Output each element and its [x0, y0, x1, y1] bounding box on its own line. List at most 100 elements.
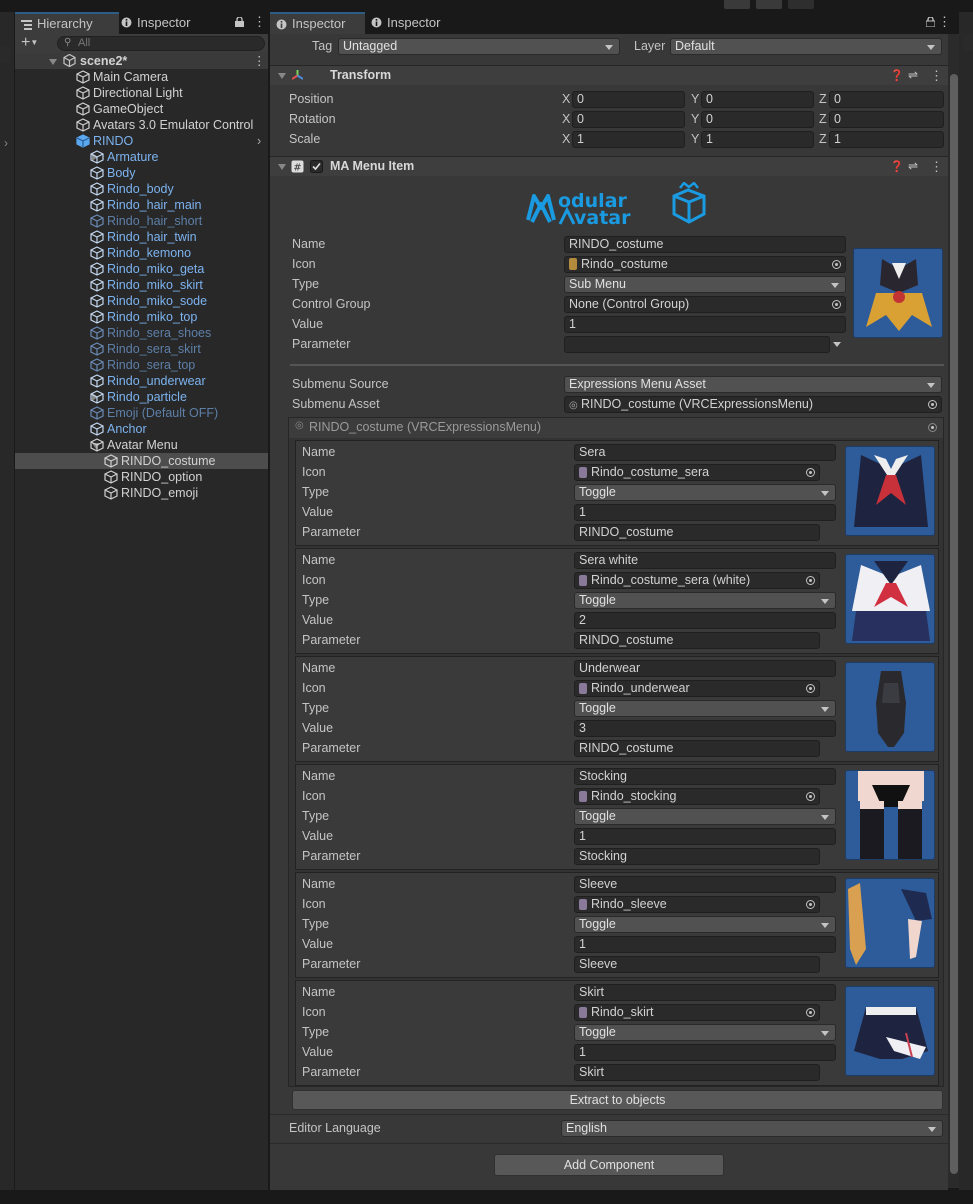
- object-picker-icon[interactable]: [806, 576, 815, 585]
- step-button[interactable]: [788, 0, 814, 9]
- layer-dropdown[interactable]: Default: [670, 38, 942, 55]
- item-type-dropdown[interactable]: Toggle: [574, 484, 836, 501]
- object-picker-icon[interactable]: [806, 792, 815, 801]
- hierarchy-row[interactable]: RINDO_emoji: [15, 485, 268, 501]
- transform-y-field[interactable]: 0: [701, 91, 814, 108]
- scrollbar-thumb[interactable]: [950, 74, 958, 1174]
- add-component-button[interactable]: Add Component: [494, 1154, 724, 1176]
- more-menu-icon[interactable]: ⋮: [253, 15, 266, 29]
- pause-button[interactable]: [756, 0, 782, 9]
- item-name-field[interactable]: Sera: [574, 444, 836, 461]
- search-input[interactable]: ⚲ All: [57, 36, 265, 51]
- axis-label[interactable]: Z: [819, 91, 827, 108]
- open-prefab-chevron-icon[interactable]: ›: [257, 133, 261, 149]
- help-icon[interactable]: ❓: [890, 160, 904, 173]
- transform-x-field[interactable]: 1: [572, 131, 685, 148]
- item-icon-field[interactable]: Rindo_stocking: [574, 788, 820, 805]
- item-name-field[interactable]: Skirt: [574, 984, 836, 1001]
- hierarchy-row[interactable]: Rindo_sera_skirt: [15, 341, 268, 357]
- hierarchy-row[interactable]: Emoji (Default OFF): [15, 405, 268, 421]
- item-type-dropdown[interactable]: Toggle: [574, 916, 836, 933]
- item-icon-field[interactable]: Rindo_sleeve: [574, 896, 820, 913]
- play-button[interactable]: [724, 0, 750, 9]
- hierarchy-row[interactable]: Rindo_kemono: [15, 245, 268, 261]
- component-menu-icon[interactable]: ⋮: [930, 159, 943, 175]
- object-picker-icon[interactable]: [832, 300, 841, 309]
- hierarchy-row[interactable]: Rindo_miko_skirt: [15, 277, 268, 293]
- axis-label[interactable]: Y: [691, 131, 699, 148]
- object-picker-icon[interactable]: [928, 400, 937, 409]
- tab-inspector[interactable]: Inspector: [270, 12, 365, 34]
- object-picker-icon[interactable]: [806, 900, 815, 909]
- transform-header[interactable]: Transform ❓ ⇌ ⋮: [270, 65, 948, 85]
- object-picker-icon[interactable]: [806, 684, 815, 693]
- scene-menu-icon[interactable]: ⋮: [253, 53, 266, 69]
- item-value-field[interactable]: 1: [574, 1044, 836, 1061]
- hierarchy-row[interactable]: RINDO_option: [15, 469, 268, 485]
- hierarchy-row[interactable]: Rindo_miko_sode: [15, 293, 268, 309]
- hierarchy-row[interactable]: Rindo_miko_top: [15, 309, 268, 325]
- icon-field[interactable]: Rindo_costume: [564, 256, 846, 273]
- hierarchy-row[interactable]: Rindo_particle: [15, 389, 268, 405]
- item-type-dropdown[interactable]: Toggle: [574, 1024, 836, 1041]
- tag-dropdown[interactable]: Untagged: [338, 38, 620, 55]
- hierarchy-row[interactable]: Armature: [15, 149, 268, 165]
- item-icon-field[interactable]: Rindo_underwear: [574, 680, 820, 697]
- scene-row[interactable]: scene2* ⋮: [15, 53, 268, 69]
- hierarchy-row[interactable]: Rindo_hair_main: [15, 197, 268, 213]
- tab-inspector-2[interactable]: Inspector: [365, 12, 487, 34]
- item-value-field[interactable]: 1: [574, 828, 836, 845]
- hierarchy-row[interactable]: Rindo_hair_short: [15, 213, 268, 229]
- hierarchy-row[interactable]: Avatars 3.0 Emulator Control: [15, 117, 268, 133]
- preset-icon[interactable]: ⇌: [908, 159, 918, 173]
- item-param-field[interactable]: RINDO_costume: [574, 524, 820, 541]
- lock-icon[interactable]: [235, 17, 244, 27]
- ma-menu-item-header[interactable]: # MA Menu Item ❓ ⇌ ⋮: [270, 156, 948, 176]
- hierarchy-row[interactable]: Main Camera: [15, 69, 268, 85]
- transform-z-field[interactable]: 0: [829, 111, 944, 128]
- axis-label[interactable]: Y: [691, 111, 699, 128]
- axis-label[interactable]: Z: [819, 111, 827, 128]
- axis-label[interactable]: Y: [691, 91, 699, 108]
- transform-x-field[interactable]: 0: [572, 111, 685, 128]
- control-group-field[interactable]: None (Control Group): [564, 296, 846, 313]
- transform-z-field[interactable]: 1: [829, 131, 944, 148]
- object-picker-icon[interactable]: [806, 468, 815, 477]
- hierarchy-row[interactable]: Rindo_hair_twin: [15, 229, 268, 245]
- extract-to-objects-button[interactable]: Extract to objects: [292, 1090, 943, 1110]
- hierarchy-row[interactable]: RINDO_costume: [15, 453, 268, 469]
- item-icon-field[interactable]: Rindo_skirt: [574, 1004, 820, 1021]
- preset-icon[interactable]: ⇌: [908, 68, 918, 82]
- more-menu-icon[interactable]: ⋮: [938, 15, 951, 29]
- hierarchy-row[interactable]: Directional Light: [15, 85, 268, 101]
- tab-hierarchy[interactable]: Hierarchy: [15, 12, 119, 34]
- hierarchy-row[interactable]: Rindo_miko_geta: [15, 261, 268, 277]
- item-name-field[interactable]: Stocking: [574, 768, 836, 785]
- item-type-dropdown[interactable]: Toggle: [574, 592, 836, 609]
- component-menu-icon[interactable]: ⋮: [930, 68, 943, 84]
- item-param-field[interactable]: Skirt: [574, 1064, 820, 1081]
- transform-y-field[interactable]: 0: [701, 111, 814, 128]
- item-value-field[interactable]: 2: [574, 612, 836, 629]
- axis-label[interactable]: X: [562, 111, 570, 128]
- hierarchy-row[interactable]: Rindo_sera_shoes: [15, 325, 268, 341]
- name-field[interactable]: RINDO_costume: [564, 236, 846, 253]
- item-value-field[interactable]: 1: [574, 504, 836, 521]
- transform-y-field[interactable]: 1: [701, 131, 814, 148]
- editor-language-dropdown[interactable]: English: [561, 1120, 943, 1137]
- object-picker-icon[interactable]: [832, 260, 841, 269]
- item-param-field[interactable]: RINDO_costume: [574, 740, 820, 757]
- hierarchy-row[interactable]: Avatar Menu: [15, 437, 268, 453]
- item-icon-field[interactable]: Rindo_costume_sera (white): [574, 572, 820, 589]
- item-type-dropdown[interactable]: Toggle: [574, 700, 836, 717]
- transform-x-field[interactable]: 0: [572, 91, 685, 108]
- hierarchy-row[interactable]: Body: [15, 165, 268, 181]
- hierarchy-row[interactable]: Anchor: [15, 421, 268, 437]
- submenu-asset-field[interactable]: ◎ RINDO_costume (VRCExpressionsMenu): [564, 396, 942, 413]
- hierarchy-row[interactable]: RINDO ›: [15, 133, 268, 149]
- hierarchy-row[interactable]: GameObject: [15, 101, 268, 117]
- item-type-dropdown[interactable]: Toggle: [574, 808, 836, 825]
- item-icon-field[interactable]: Rindo_costume_sera: [574, 464, 820, 481]
- help-icon[interactable]: ❓: [890, 69, 904, 82]
- item-name-field[interactable]: Sleeve: [574, 876, 836, 893]
